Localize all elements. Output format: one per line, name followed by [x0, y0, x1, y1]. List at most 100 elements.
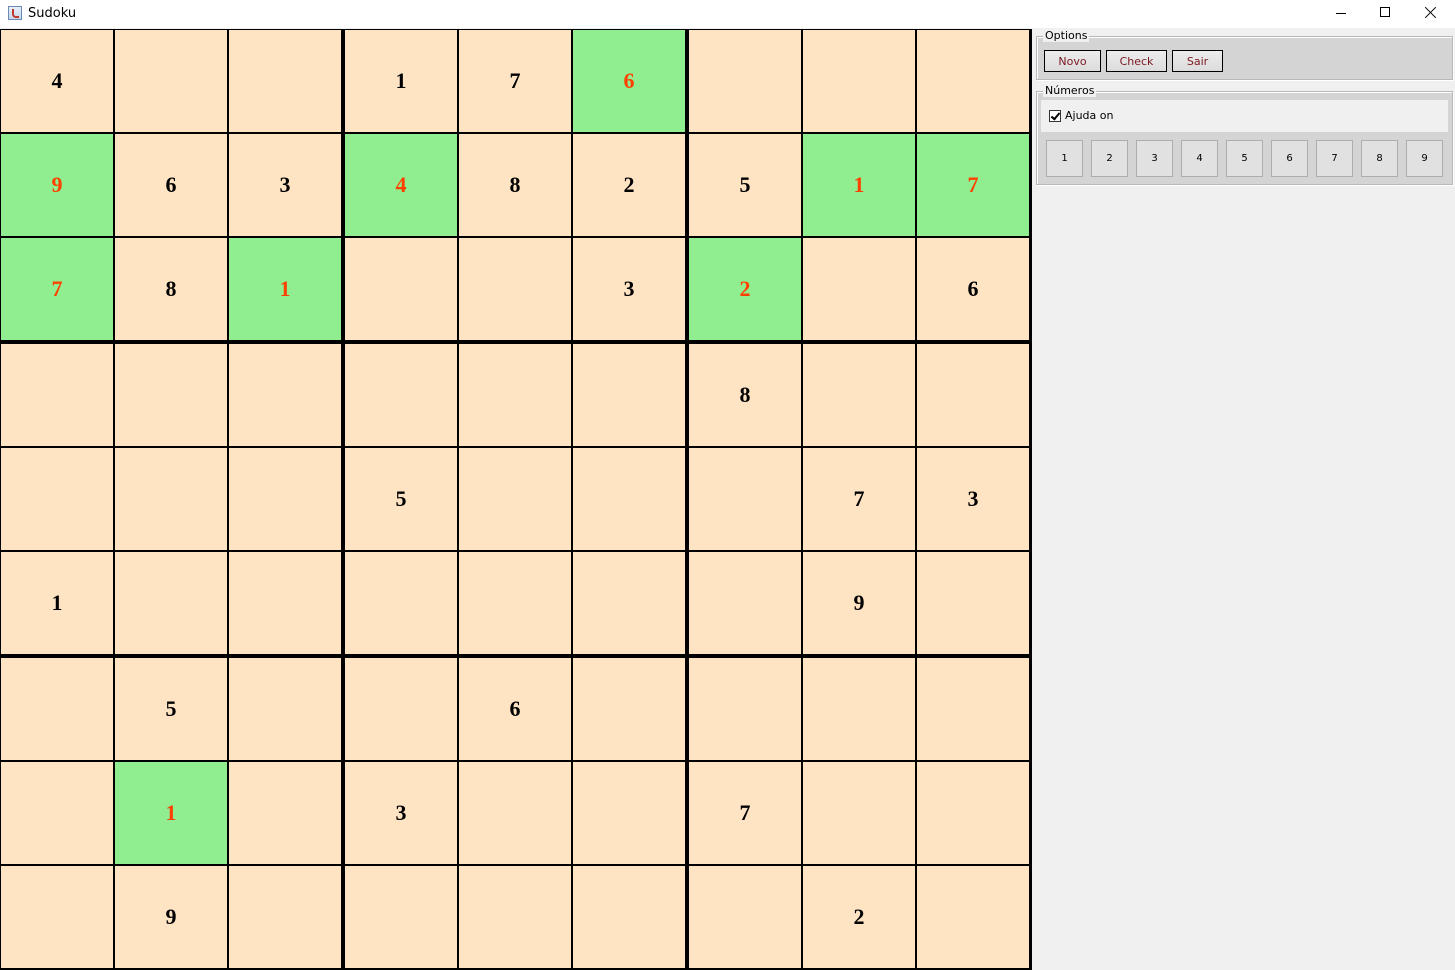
sudoku-cell-r6-c4[interactable] [345, 552, 457, 654]
sudoku-cell-r6-c6[interactable] [573, 552, 685, 654]
sudoku-cell-r3-c7[interactable]: 2 [689, 238, 801, 340]
sudoku-cell-r9-c6[interactable] [573, 866, 685, 968]
sudoku-cell-r4-c8[interactable] [803, 344, 915, 446]
sudoku-cell-r2-c6[interactable]: 2 [573, 134, 685, 236]
sudoku-cell-r3-c8[interactable] [803, 238, 915, 340]
sudoku-cell-r7-c4[interactable] [345, 658, 457, 760]
sudoku-cell-r2-c7[interactable]: 5 [689, 134, 801, 236]
sudoku-cell-r3-c9[interactable]: 6 [917, 238, 1029, 340]
sudoku-cell-r1-c9[interactable] [917, 30, 1029, 132]
number-button-3[interactable]: 3 [1136, 140, 1173, 177]
sudoku-cell-r6-c2[interactable] [115, 552, 227, 654]
novo-button[interactable]: Novo [1044, 50, 1101, 72]
sudoku-cell-r1-c7[interactable] [689, 30, 801, 132]
sudoku-cell-r6-c5[interactable] [459, 552, 571, 654]
number-button-2[interactable]: 2 [1091, 140, 1128, 177]
sudoku-cell-r1-c8[interactable] [803, 30, 915, 132]
sudoku-cell-r6-c8[interactable]: 9 [803, 552, 915, 654]
number-button-4[interactable]: 4 [1181, 140, 1218, 177]
close-button[interactable] [1409, 0, 1454, 28]
sudoku-cell-r6-c9[interactable] [917, 552, 1029, 654]
sudoku-cell-r2-c5[interactable]: 8 [459, 134, 571, 236]
minimize-button[interactable] [1318, 0, 1363, 28]
sudoku-cell-r7-c6[interactable] [573, 658, 685, 760]
sudoku-cell-r4-c2[interactable] [115, 344, 227, 446]
sudoku-cell-r4-c4[interactable] [345, 344, 457, 446]
sudoku-cell-r6-c1[interactable]: 1 [1, 552, 113, 654]
sudoku-cell-r3-c4[interactable] [345, 238, 457, 340]
sudoku-cell-r7-c1[interactable] [1, 658, 113, 760]
sudoku-cell-r7-c5[interactable]: 6 [459, 658, 571, 760]
sudoku-cell-r1-c1[interactable]: 4 [1, 30, 113, 132]
sudoku-cell-r2-c4[interactable]: 4 [345, 134, 457, 236]
sudoku-cell-r1-c6[interactable]: 6 [573, 30, 685, 132]
numeros-legend: Números [1043, 84, 1097, 97]
number-button-9[interactable]: 9 [1406, 140, 1443, 177]
sudoku-cell-r3-c3[interactable]: 1 [229, 238, 341, 340]
number-button-6[interactable]: 6 [1271, 140, 1308, 177]
sudoku-cell-r8-c2[interactable]: 1 [115, 762, 227, 864]
check-button[interactable]: Check [1106, 50, 1167, 72]
sudoku-cell-r8-c7[interactable]: 7 [689, 762, 801, 864]
sudoku-cell-r1-c2[interactable] [115, 30, 227, 132]
sudoku-cell-r1-c4[interactable]: 1 [345, 30, 457, 132]
sudoku-cell-r5-c7[interactable] [689, 448, 801, 550]
sudoku-cell-r9-c2[interactable]: 9 [115, 866, 227, 968]
sudoku-cell-r3-c6[interactable]: 3 [573, 238, 685, 340]
number-button-1[interactable]: 1 [1046, 140, 1083, 177]
sudoku-cell-r7-c7[interactable] [689, 658, 801, 760]
sudoku-cell-r4-c9[interactable] [917, 344, 1029, 446]
sudoku-cell-r9-c8[interactable]: 2 [803, 866, 915, 968]
maximize-button[interactable] [1363, 0, 1408, 28]
sudoku-cell-r3-c5[interactable] [459, 238, 571, 340]
sudoku-cell-r5-c9[interactable]: 3 [917, 448, 1029, 550]
sudoku-cell-r6-c7[interactable] [689, 552, 801, 654]
sudoku-cell-r3-c1[interactable]: 7 [1, 238, 113, 340]
sudoku-cell-r4-c5[interactable] [459, 344, 571, 446]
sudoku-cell-r2-c3[interactable]: 3 [229, 134, 341, 236]
sudoku-cell-r2-c2[interactable]: 6 [115, 134, 227, 236]
sudoku-cell-r5-c3[interactable] [229, 448, 341, 550]
sudoku-cell-r5-c4[interactable]: 5 [345, 448, 457, 550]
sudoku-cell-r2-c9[interactable]: 7 [917, 134, 1029, 236]
sudoku-cell-r8-c3[interactable] [229, 762, 341, 864]
sudoku-cell-r5-c8[interactable]: 7 [803, 448, 915, 550]
sudoku-cell-r4-c7[interactable]: 8 [689, 344, 801, 446]
sudoku-cell-r7-c3[interactable] [229, 658, 341, 760]
number-button-7[interactable]: 7 [1316, 140, 1353, 177]
sudoku-cell-r4-c1[interactable] [1, 344, 113, 446]
sudoku-cell-r2-c8[interactable]: 1 [803, 134, 915, 236]
title-bar: Sudoku [0, 0, 1455, 28]
sudoku-cell-r8-c5[interactable] [459, 762, 571, 864]
sudoku-cell-r9-c9[interactable] [917, 866, 1029, 968]
sudoku-cell-r2-c1[interactable]: 9 [1, 134, 113, 236]
number-button-5[interactable]: 5 [1226, 140, 1263, 177]
sudoku-cell-r8-c4[interactable]: 3 [345, 762, 457, 864]
sudoku-cell-r6-c3[interactable] [229, 552, 341, 654]
sudoku-cell-r9-c1[interactable] [1, 866, 113, 968]
sudoku-cell-r8-c8[interactable] [803, 762, 915, 864]
sudoku-cell-r9-c4[interactable] [345, 866, 457, 968]
sudoku-cell-r8-c9[interactable] [917, 762, 1029, 864]
help-toggle-row: Ajuda on [1041, 100, 1448, 132]
sair-button[interactable]: Sair [1172, 50, 1223, 72]
sudoku-cell-r7-c8[interactable] [803, 658, 915, 760]
sudoku-cell-r3-c2[interactable]: 8 [115, 238, 227, 340]
sudoku-cell-r5-c1[interactable] [1, 448, 113, 550]
sudoku-cell-r4-c6[interactable] [573, 344, 685, 446]
number-button-8[interactable]: 8 [1361, 140, 1398, 177]
sudoku-cell-r8-c1[interactable] [1, 762, 113, 864]
sudoku-cell-r8-c6[interactable] [573, 762, 685, 864]
sudoku-cell-r7-c9[interactable] [917, 658, 1029, 760]
sudoku-cell-r1-c5[interactable]: 7 [459, 30, 571, 132]
sudoku-cell-r9-c3[interactable] [229, 866, 341, 968]
sudoku-cell-r9-c7[interactable] [689, 866, 801, 968]
sudoku-cell-r4-c3[interactable] [229, 344, 341, 446]
sudoku-cell-r5-c5[interactable] [459, 448, 571, 550]
help-checkbox[interactable] [1049, 110, 1061, 122]
sudoku-cell-r5-c2[interactable] [115, 448, 227, 550]
sudoku-cell-r5-c6[interactable] [573, 448, 685, 550]
sudoku-cell-r1-c3[interactable] [229, 30, 341, 132]
sudoku-cell-r9-c5[interactable] [459, 866, 571, 968]
sudoku-cell-r7-c2[interactable]: 5 [115, 658, 227, 760]
